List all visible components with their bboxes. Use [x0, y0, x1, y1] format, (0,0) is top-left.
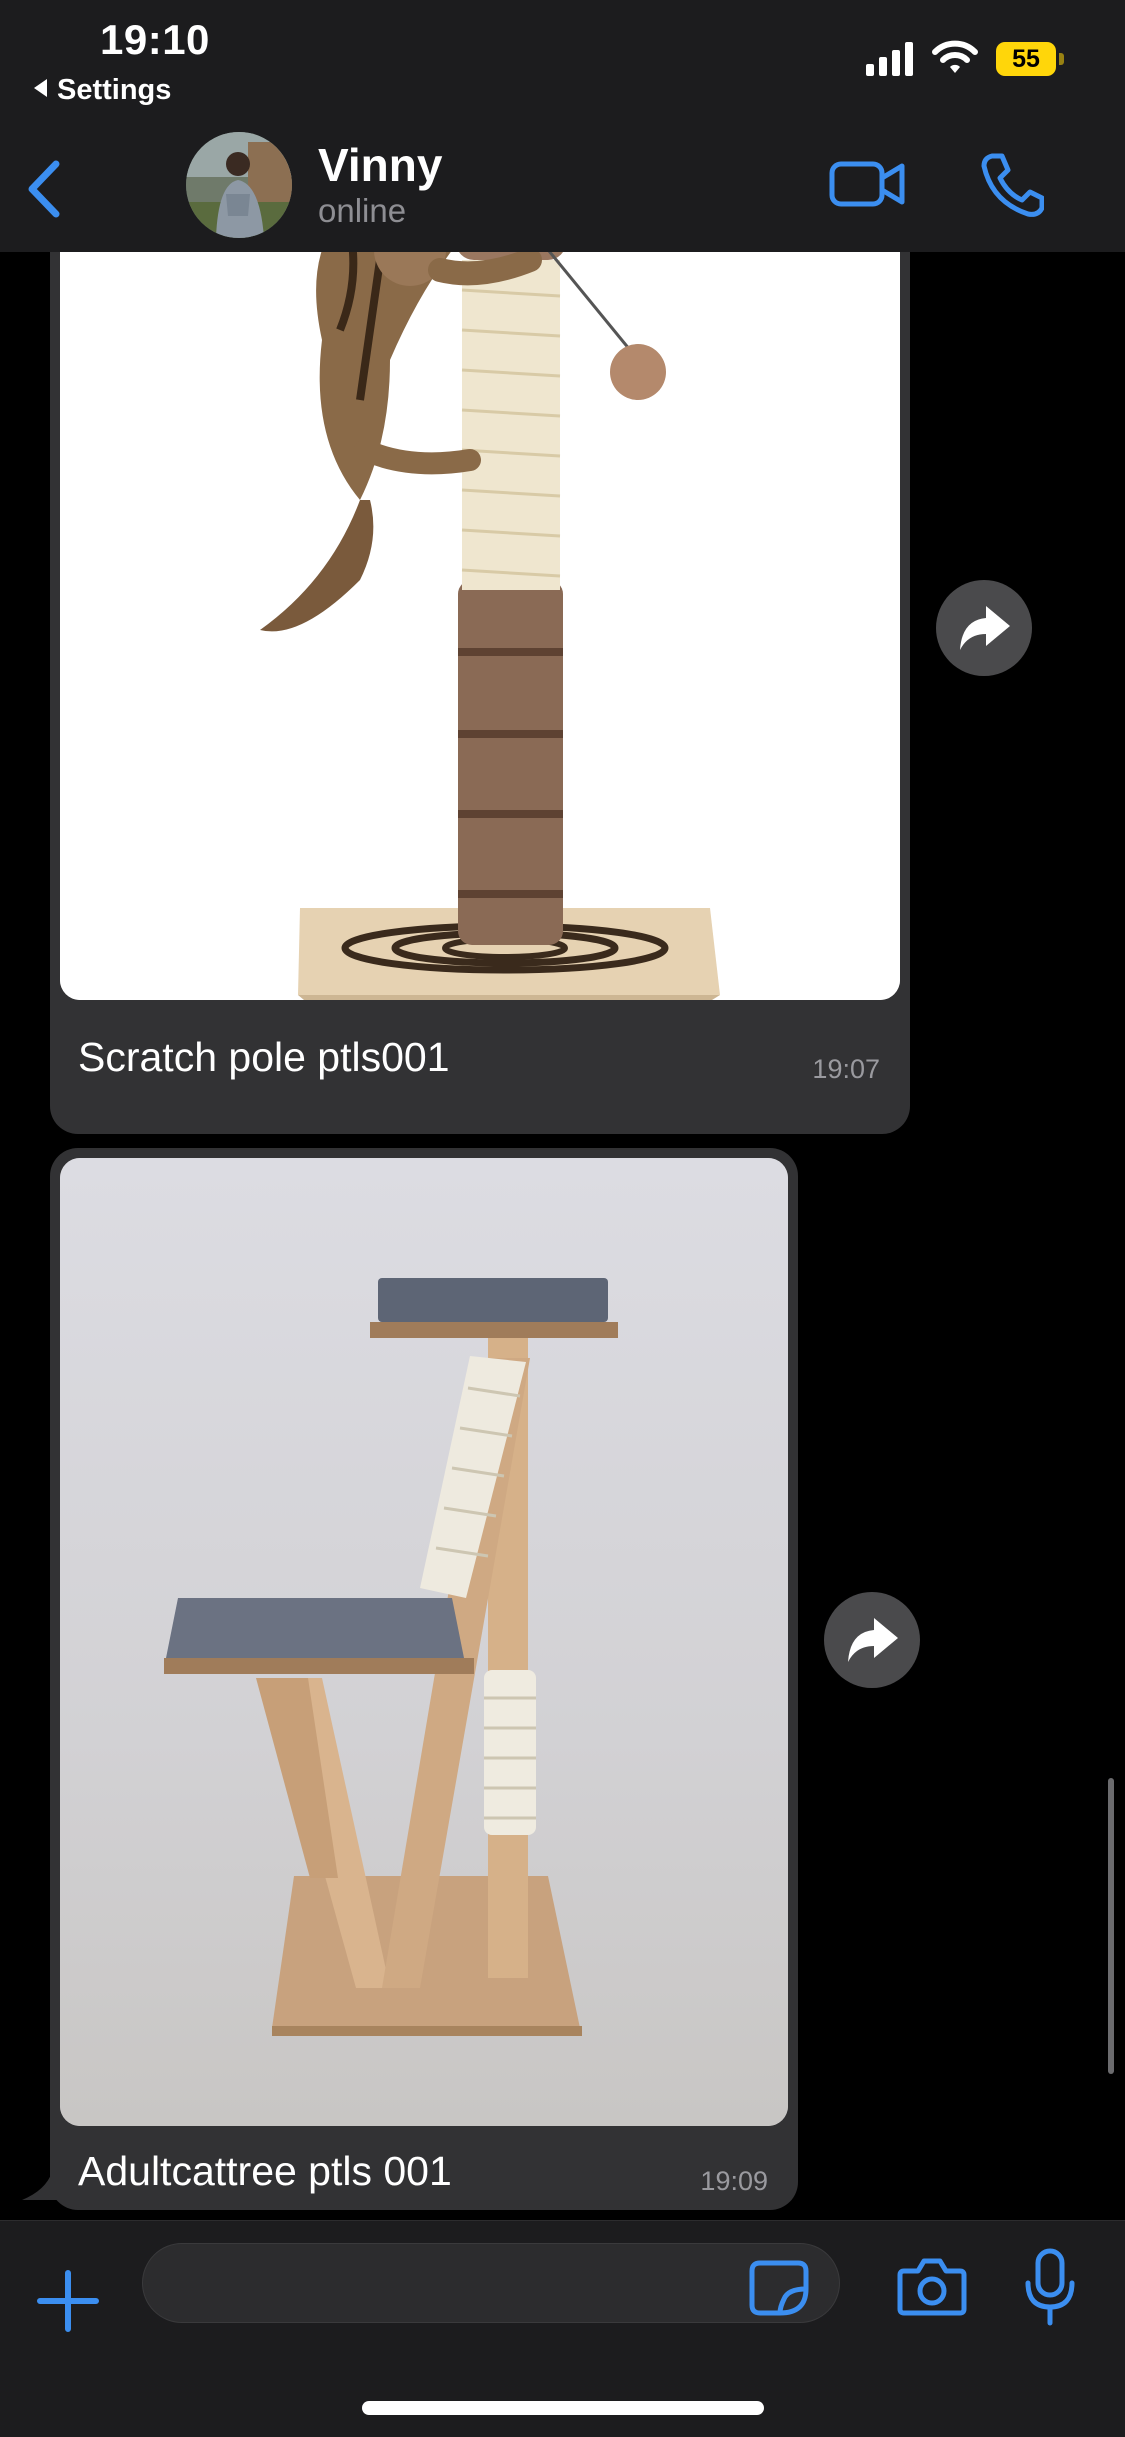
avatar-photo: [186, 132, 292, 238]
bubble-tail: [22, 2172, 62, 2200]
battery-icon: 55: [996, 42, 1066, 76]
cat-tree-photo[interactable]: [60, 1158, 788, 2126]
forward-arrow-icon: [960, 606, 1010, 650]
back-chevron-icon[interactable]: [22, 154, 68, 224]
phone-icon[interactable]: [978, 150, 1044, 220]
cat-tree-image: [60, 1158, 788, 2126]
video-camera-icon[interactable]: [828, 154, 908, 214]
message-time: 19:09: [700, 2166, 768, 2196]
status-time: 19:10: [100, 16, 210, 63]
sticker-icon[interactable]: [748, 2259, 810, 2317]
home-indicator[interactable]: [362, 2401, 764, 2415]
message-caption: Adultcattree ptls 001: [78, 2148, 452, 2194]
forward-button[interactable]: [936, 580, 1032, 676]
forward-arrow-icon: [848, 1618, 898, 1662]
wifi-icon: [932, 40, 978, 73]
scratch-pole-image: [60, 252, 900, 1000]
back-triangle-icon: [34, 79, 47, 97]
camera-icon[interactable]: [896, 2255, 968, 2319]
contact-status: online: [318, 192, 407, 229]
status-bar: 19:10 Settings 55: [0, 0, 1125, 132]
image-message[interactable]: Adultcattree ptls 001 19:09: [50, 1148, 798, 2210]
back-to-settings-link[interactable]: Settings: [34, 74, 171, 107]
scratch-pole-photo[interactable]: [60, 252, 900, 1000]
message-input-bar: [0, 2220, 1125, 2437]
microphone-icon[interactable]: [1022, 2247, 1078, 2327]
chat-header: Vinny online: [0, 132, 1125, 253]
contact-name[interactable]: Vinny: [318, 138, 442, 192]
forward-button[interactable]: [824, 1592, 920, 1688]
message-list[interactable]: Scratch pole ptls001 19:07 Adultcattree …: [0, 252, 1125, 2220]
message-caption: Scratch pole ptls001: [78, 1034, 450, 1080]
back-to-settings-label: Settings: [57, 74, 172, 106]
image-message[interactable]: Scratch pole ptls001 19:07: [50, 252, 910, 1134]
signal-icon: [866, 42, 913, 76]
message-time: 19:07: [812, 1054, 880, 1084]
contact-avatar[interactable]: [186, 132, 292, 238]
scroll-indicator[interactable]: [1108, 1778, 1114, 2074]
plus-icon[interactable]: [36, 2269, 100, 2333]
message-input[interactable]: [142, 2243, 840, 2323]
battery-level: 55: [996, 42, 1056, 76]
